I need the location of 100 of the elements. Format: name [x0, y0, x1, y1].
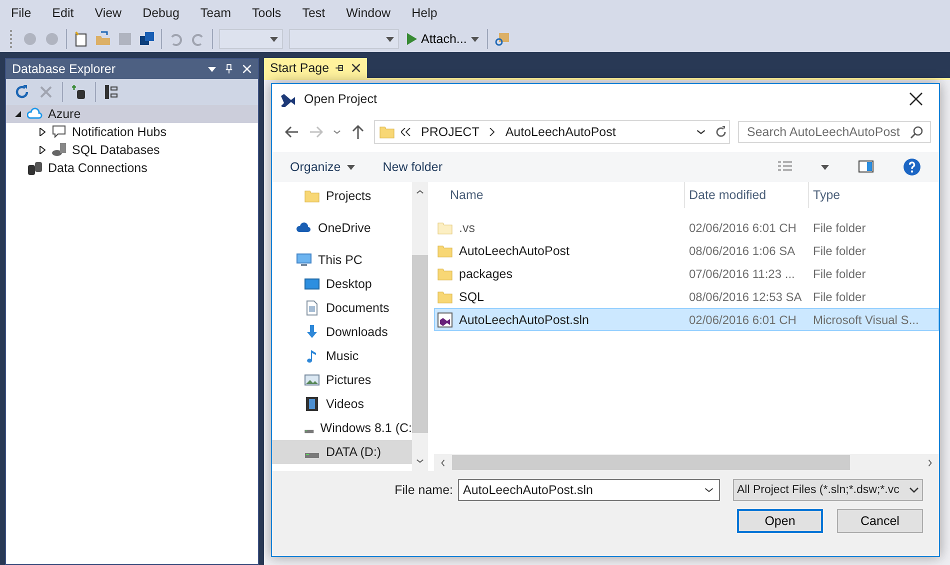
type-cell-text: File folder — [812, 220, 867, 236]
document-tab[interactable]: Start Page — [264, 58, 368, 78]
help-icon — [903, 158, 921, 176]
chevron-down-icon — [909, 487, 919, 493]
menu-item[interactable]: Test — [294, 6, 334, 20]
tree-item[interactable]: Notification Hubs — [6, 123, 258, 141]
chat-bubble-icon — [51, 124, 67, 140]
date-cell-text: 07/06/2016 11:23 ... — [688, 266, 796, 282]
navigation-item[interactable]: Videos — [272, 392, 412, 416]
tree-item[interactable]: SQL Databases — [6, 141, 258, 159]
desktop-icon — [304, 276, 320, 292]
navigation-item[interactable]: Projects — [272, 184, 412, 208]
menu-item[interactable]: Help — [404, 6, 446, 20]
navigation-item[interactable]: Windows 8.1 (C: — [272, 416, 412, 440]
film-icon — [304, 396, 320, 412]
date-cell-text: 02/06/2016 6:01 CH — [688, 220, 798, 236]
solution-file-icon — [437, 312, 453, 328]
column-header[interactable]: Date modified — [684, 182, 808, 208]
menu-item[interactable]: Window — [338, 6, 399, 20]
document-icon — [304, 300, 320, 316]
folder-icon — [437, 288, 453, 304]
file-type-dropdown[interactable]: All Project Files (*.sln;*.dsw;*.vc — [733, 479, 923, 501]
address-bar[interactable]: PROJECT AutoLeechAutoPost — [374, 120, 730, 144]
type-cell-text: File folder — [812, 266, 867, 282]
database-icon — [51, 142, 67, 158]
add-connection-icon — [71, 84, 87, 100]
drive-icon — [304, 452, 320, 458]
new-project-icon — [73, 31, 89, 47]
tree-item[interactable]: Data Connections — [6, 159, 258, 177]
navigation-item[interactable]: DATA (D:) — [272, 440, 412, 464]
tree-item[interactable]: Azure — [6, 105, 258, 123]
pin-icon — [335, 63, 346, 73]
close-icon — [909, 92, 923, 106]
file-row[interactable]: .vs 02/06/2016 6:01 CH File folder — [434, 216, 939, 239]
navigation-item[interactable]: Downloads — [272, 320, 412, 344]
file-name: packages — [459, 266, 513, 280]
cloud-icon — [27, 106, 43, 122]
pictures-icon — [304, 372, 320, 388]
caret-icon — [386, 36, 394, 42]
schema-icon — [104, 84, 120, 100]
folder-icon — [379, 124, 395, 140]
navigation-item[interactable]: Music — [272, 344, 412, 368]
menu-item[interactable]: Debug — [134, 6, 188, 20]
date-cell-text: 02/06/2016 6:01 CH — [688, 312, 798, 328]
menu-item[interactable]: View — [86, 6, 130, 20]
up-arrow-icon — [350, 124, 366, 140]
delete-icon — [38, 84, 54, 100]
toolbar-button[interactable]: Organize — [290, 160, 355, 174]
type-cell-text: File folder — [812, 288, 867, 306]
date-cell-text: 08/06/2016 12:53 SA — [688, 288, 803, 306]
preview-pane-icon — [857, 159, 875, 175]
database-icon — [27, 160, 43, 176]
collapsed-arrow-icon[interactable] — [38, 128, 46, 136]
search-field[interactable]: Search AutoLeechAutoPost — [738, 121, 931, 143]
open-folder-icon — [95, 31, 111, 47]
folder-icon — [437, 242, 453, 258]
breadcrumb-item[interactable]: AutoLeechAutoPost — [505, 125, 616, 139]
back-arrow-icon — [284, 124, 300, 140]
navigation-item[interactable]: OneDrive — [272, 216, 412, 240]
visual-studio-icon — [280, 91, 296, 107]
search-icon — [909, 124, 925, 140]
folder-icon — [437, 220, 453, 236]
caret-icon — [346, 164, 355, 170]
folder-icon — [437, 266, 453, 282]
double-chevron-icon — [401, 128, 411, 136]
menu-item[interactable]: Team — [192, 6, 239, 20]
cancel-button[interactable]: Cancel — [837, 509, 923, 533]
navigation-item[interactable]: Pictures — [272, 368, 412, 392]
scrollbar[interactable] — [412, 182, 428, 471]
file-row[interactable]: AutoLeechAutoPost 08/06/2016 1:06 SA File folder — [434, 239, 939, 262]
drive-icon — [304, 428, 314, 434]
open-button[interactable]: Open — [737, 509, 823, 533]
forward-arrow-icon — [308, 124, 324, 140]
column-header[interactable]: Type — [808, 182, 939, 208]
file-name: AutoLeechAutoPost.sln — [459, 312, 589, 326]
folder-icon — [304, 188, 320, 204]
scrollbar[interactable] — [434, 454, 939, 471]
navigation-item[interactable]: Documents — [272, 296, 412, 320]
file-name-field[interactable]: AutoLeechAutoPost.sln — [458, 479, 720, 501]
expanded-arrow-icon[interactable] — [14, 110, 22, 118]
attach-button[interactable]: Attach... — [405, 32, 481, 46]
refresh-icon — [14, 84, 30, 100]
menu-item[interactable]: Edit — [44, 6, 82, 20]
file-name: AutoLeechAutoPost — [459, 244, 570, 258]
navigation-item[interactable]: This PC — [272, 248, 412, 272]
file-row[interactable]: SQL 08/06/2016 12:53 SA File folder — [434, 285, 939, 308]
play-icon — [407, 33, 417, 45]
caret-icon[interactable] — [208, 66, 216, 72]
pin-icon — [224, 63, 234, 75]
collapsed-arrow-icon[interactable] — [38, 146, 46, 154]
toolbar-button[interactable]: New folder — [382, 160, 442, 174]
find-icon — [494, 31, 510, 47]
file-row[interactable]: packages 07/06/2016 11:23 ... File folder — [434, 262, 939, 285]
menu-item[interactable]: File — [3, 6, 40, 20]
column-header[interactable]: Name — [434, 182, 684, 208]
save-icon — [117, 31, 133, 47]
breadcrumb-item[interactable]: PROJECT — [421, 125, 480, 139]
navigation-item[interactable]: Desktop — [272, 272, 412, 296]
menu-item[interactable]: Tools — [244, 6, 290, 20]
file-row[interactable]: AutoLeechAutoPost.sln 02/06/2016 6:01 CH Microsoft Visual S... — [434, 308, 939, 331]
